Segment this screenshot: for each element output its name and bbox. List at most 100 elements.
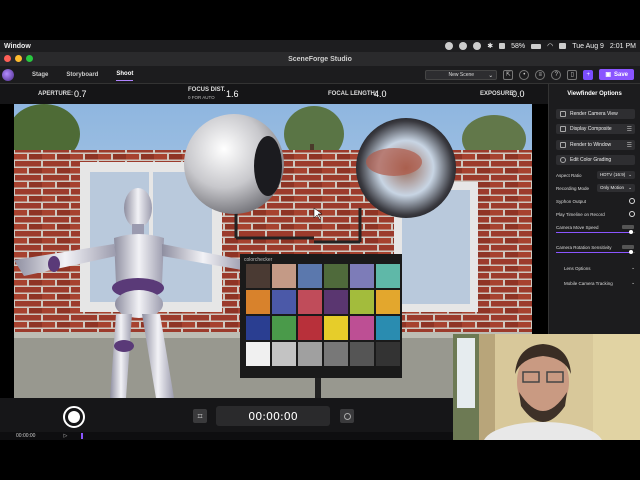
layers-icon[interactable]: ≡ [535, 69, 546, 80]
aspect-ratio-row: Aspect Ratio HDTV (16:9) ⌄ [556, 171, 635, 179]
tab-storyboard[interactable]: Storyboard [66, 69, 98, 81]
camera-icon [560, 111, 566, 117]
aperture-label: APERTURE: [38, 91, 74, 97]
color-swatch [272, 342, 296, 366]
add-icon[interactable]: + [583, 69, 594, 80]
color-wheel-icon [560, 157, 566, 163]
edit-grading-label: Edit Color Grading [570, 157, 612, 163]
color-swatch [246, 290, 270, 314]
color-swatch [376, 290, 400, 314]
render-window-label: Render to Window [570, 142, 612, 148]
close-window-button[interactable] [4, 55, 11, 62]
date-text[interactable]: Tue Aug 9 [572, 43, 604, 50]
play-icon[interactable]: ▷ [63, 433, 67, 439]
recording-mode-label: Recording Mode [556, 185, 590, 191]
time-text[interactable]: 2:01 PM [610, 43, 636, 50]
color-swatch [246, 264, 270, 288]
scene-select[interactable]: New Scene ⌄ [425, 69, 498, 80]
app-toolbar: Stage Storyboard Shoot New Scene ⌄ ⇱ • ≡… [0, 66, 640, 84]
slider-fill [556, 252, 632, 253]
chat-icon[interactable]: • [519, 69, 530, 80]
zoom-window-button[interactable] [26, 55, 33, 62]
lens-options-label: Lens Options [564, 265, 591, 271]
panel-toggle-icon[interactable]: ▯ [567, 69, 578, 80]
playhead[interactable] [81, 433, 84, 439]
app-logo [2, 68, 14, 81]
system-menubar: Window ✱ 58% ◠ Tue Aug 9 2:01 PM [0, 40, 640, 52]
tab-shoot[interactable]: Shoot [116, 68, 134, 81]
color-swatch [298, 342, 322, 366]
color-swatch [298, 290, 322, 314]
aspect-ratio-select[interactable]: HDTV (16:9) ⌄ [597, 171, 635, 179]
move-speed-value-box[interactable] [622, 225, 634, 229]
color-swatch [272, 264, 296, 288]
letterbox-bottom [0, 440, 640, 480]
battery-icon[interactable] [531, 43, 542, 49]
battery-percent: 58% [511, 42, 526, 50]
exposure-value[interactable]: 0.0 [512, 89, 525, 99]
color-swatch [298, 316, 322, 340]
menubar-app-name[interactable]: Window [4, 43, 31, 50]
lens-options-row[interactable]: Lens Options ⌄ [556, 265, 635, 271]
aperture-value[interactable]: 0.7 [74, 89, 87, 99]
color-swatch [246, 316, 270, 340]
rotation-label: Camera Rotation Sensitivity [556, 245, 612, 250]
settings-sliders-icon[interactable]: ☰ [627, 126, 632, 133]
focal-length-value[interactable]: 4.0 [374, 89, 387, 99]
color-swatch [272, 316, 296, 340]
screen-record-icon[interactable] [445, 42, 454, 50]
app-status-icon[interactable] [473, 42, 482, 50]
color-swatch [324, 316, 348, 340]
color-swatch [298, 264, 322, 288]
chevron-down-icon: ⌄ [628, 185, 632, 190]
target-icon [343, 412, 351, 420]
display-composite-button[interactable]: Display Composite ☰ [556, 124, 635, 134]
window-titlebar: SceneForge Studio [0, 52, 640, 66]
render-camera-label: Render Camera View [570, 111, 618, 117]
wifi-icon[interactable]: ◠ [547, 42, 553, 50]
status-icon[interactable] [459, 42, 468, 50]
camera-rotation-slider[interactable]: Camera Rotation Sensitivity [556, 245, 635, 255]
syphon-output-label: Syphon Output [556, 198, 587, 204]
recording-mode-select[interactable]: Only Motion ⌄ [597, 184, 635, 192]
mobile-camera-tracking-row[interactable]: Mobile Camera Tracking ⌄ [556, 280, 635, 286]
minimize-window-button[interactable] [15, 55, 22, 62]
control-center-icon[interactable] [559, 43, 567, 49]
color-swatch [350, 290, 374, 314]
slider-knob[interactable] [629, 250, 634, 254]
play-timeline-label: Play Timeline on Record [556, 211, 605, 217]
color-swatch [324, 342, 348, 366]
render-camera-view-button[interactable]: Render Camera View [556, 109, 635, 119]
timecode-display: 00:00:00 [216, 406, 330, 426]
focus-sublabel: 0 FOR AUTO [188, 95, 215, 100]
rotation-value-box[interactable] [622, 245, 634, 249]
camera-move-speed-slider[interactable]: Camera Move Speed [556, 225, 635, 235]
letterbox-top [0, 0, 640, 40]
target-button[interactable] [340, 409, 354, 423]
tab-stage[interactable]: Stage [32, 69, 48, 81]
panel-title: Viewfinder Options [567, 91, 622, 97]
volume-icon[interactable] [499, 43, 506, 49]
chevron-down-icon: ⌄ [631, 280, 635, 285]
render-to-window-button[interactable]: Render to Window ☰ [556, 140, 635, 150]
color-swatch [324, 264, 348, 288]
window-title: SceneForge Studio [288, 55, 352, 63]
crop-icon[interactable]: ⌗ [193, 409, 207, 423]
composite-icon [560, 126, 566, 132]
focus-label: FOCUS DIST. [188, 87, 226, 93]
edit-color-grading-button[interactable]: Edit Color Grading [556, 155, 635, 165]
window-settings-icon[interactable]: ☰ [627, 142, 632, 149]
play-timeline-toggle[interactable] [629, 211, 635, 217]
color-swatch [246, 342, 270, 366]
help-icon[interactable]: ? [551, 69, 562, 80]
exposure-label: EXPOSURE: [480, 91, 516, 97]
record-button[interactable] [63, 406, 85, 428]
focus-value[interactable]: 1.6 [226, 89, 239, 99]
export-icon[interactable]: ⇱ [503, 69, 514, 80]
save-button[interactable]: ▣ Save [599, 69, 634, 80]
focal-length-label: FOCAL LENGTH: [328, 91, 377, 97]
bluetooth-icon[interactable]: ✱ [487, 42, 493, 50]
slider-knob[interactable] [629, 230, 634, 234]
syphon-output-toggle[interactable] [629, 198, 635, 204]
color-swatch [324, 290, 348, 314]
